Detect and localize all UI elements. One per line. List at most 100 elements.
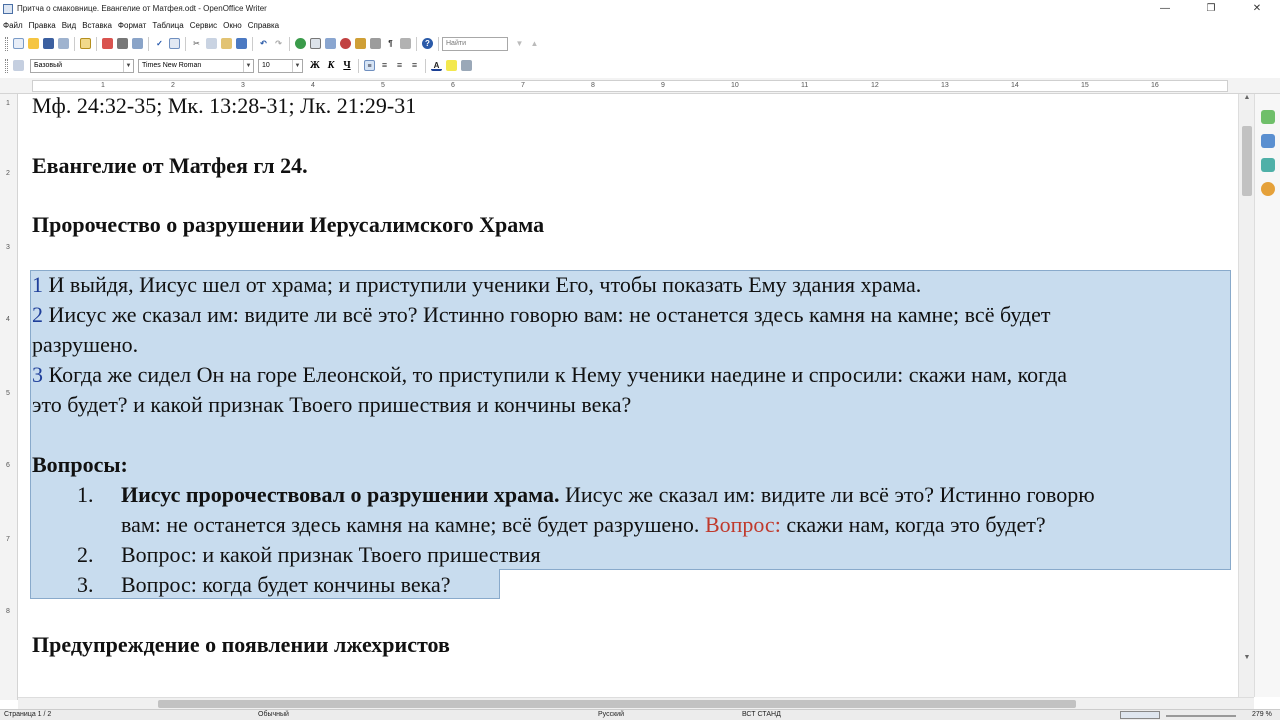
heading-false-christs: Предупреждение о появлении лжехристов [32,632,450,657]
menu-bar: Файл Правка Вид Вставка Формат Таблица С… [0,17,1280,33]
underline-button[interactable]: Ч [340,59,354,73]
chevron-down-icon[interactable]: ▼ [123,59,133,72]
paste-icon[interactable] [221,38,232,49]
questions-heading: Вопросы: [32,452,128,477]
menu-view[interactable]: Вид [62,21,76,30]
list-item: 1. [77,480,94,510]
gallery-icon[interactable] [1261,158,1275,172]
close-button[interactable]: ✕ [1234,0,1280,17]
insert-mode[interactable]: ВСТ СТАНД [742,711,781,718]
highlighting-icon[interactable] [446,60,457,71]
hyperlink-icon[interactable] [295,38,306,49]
vertical-ruler[interactable]: 1 2 3 4 5 6 7 8 [0,94,18,700]
email-icon[interactable] [58,38,69,49]
ruler-mark: 5 [381,82,385,89]
help-icon[interactable]: ? [422,38,433,49]
minimize-button[interactable]: — [1142,0,1188,17]
italic-button[interactable]: К [324,59,338,73]
horizontal-ruler[interactable]: 1 2 3 4 5 6 7 8 9 10 11 12 13 14 15 16 [0,78,1280,94]
font-size-value: 10 [262,61,270,69]
menu-table[interactable]: Таблица [152,21,183,30]
maximize-button[interactable]: ❐ [1188,0,1234,17]
view-layout-icon[interactable] [1120,711,1160,719]
menu-insert[interactable]: Вставка [82,21,112,30]
scroll-up-icon[interactable]: ▲ [1239,94,1255,101]
scrollbar-thumb[interactable] [1242,126,1252,196]
open-folder-icon[interactable] [28,38,39,49]
ruler-mark: 10 [731,82,739,89]
ruler-mark: 3 [6,244,10,251]
edit-mode-icon[interactable] [80,38,91,49]
menu-file[interactable]: Файл [3,21,23,30]
autospell-icon[interactable] [169,38,180,49]
window-title: Притча о смаковнице. Евангелие от Матфея… [17,4,267,13]
menu-tools[interactable]: Сервис [190,21,217,30]
page-style: Обычный [258,711,289,718]
navigator-icon[interactable] [1261,182,1275,196]
menu-window[interactable]: Окно [223,21,242,30]
show-draw-icon[interactable] [325,38,336,49]
ruler-mark: 7 [6,536,10,543]
export-pdf-icon[interactable] [102,38,113,49]
new-document-icon[interactable] [13,38,24,49]
question-text: скажи нам, когда это будет? [780,512,1046,537]
scroll-down-icon[interactable]: ▼ [1239,654,1255,661]
sidebar-panel [1254,94,1280,697]
zoom-slider[interactable] [1166,715,1236,717]
font-size-select[interactable]: 10 ▼ [258,58,303,73]
toolbar-grip[interactable] [5,36,8,51]
table-icon[interactable] [310,38,321,49]
align-right-icon[interactable]: ≡ [394,60,405,71]
list-item-text: Вопрос: когда будет кончины века? [121,572,451,597]
chevron-down-icon[interactable]: ▼ [292,59,302,72]
gallery-icon[interactable] [355,38,366,49]
undo-icon[interactable]: ↶ [258,38,269,49]
verse-number: 2 [32,302,43,327]
menu-help[interactable]: Справка [248,21,279,30]
find-next-icon[interactable]: ▼ [514,38,525,49]
vertical-scrollbar[interactable]: ▲ ▼ [1238,94,1254,697]
styles-formatting-icon[interactable] [13,60,24,71]
verse-text: Иисус же сказал им: видите ли всё это? И… [43,302,1051,327]
redo-icon[interactable]: ↷ [273,38,284,49]
font-color-icon[interactable]: A [431,60,442,71]
align-left-icon[interactable]: ≡ [364,60,375,71]
toolbar-grip[interactable] [5,58,8,73]
heading-prophecy: Пророчество о разрушении Иерусалимского … [32,212,545,237]
spellcheck-icon[interactable]: ✓ [154,38,165,49]
paragraph-style-select[interactable]: Базовый ▼ [30,58,134,73]
title-bar: Притча о смаковнице. Евангелие от Матфея… [0,0,1280,17]
ruler-mark: 14 [1011,82,1019,89]
scrollbar-thumb[interactable] [158,700,1076,708]
ruler-mark: 16 [1151,82,1159,89]
properties-icon[interactable] [1261,110,1275,124]
cut-icon[interactable]: ✂ [191,38,202,49]
ruler-mark: 4 [6,316,10,323]
find-input[interactable]: Найти [442,36,508,51]
navigator-icon[interactable] [340,38,351,49]
status-bar: Страница 1 / 2 Обычный Русский ВСТ СТАНД… [0,709,1280,720]
data-sources-icon[interactable] [370,38,381,49]
background-color-icon[interactable] [461,60,472,71]
align-center-icon[interactable]: ≡ [379,60,390,71]
formatting-marks-icon[interactable]: ¶ [385,38,396,49]
menu-edit[interactable]: Правка [29,21,56,30]
ruler-mark: 6 [6,462,10,469]
menu-format[interactable]: Формат [118,21,146,30]
justify-icon[interactable]: ≡ [409,60,420,71]
styles-icon[interactable] [1261,134,1275,148]
font-name-select[interactable]: Times New Roman ▼ [138,58,254,73]
find-previous-icon[interactable]: ▲ [529,38,540,49]
clone-formatting-icon[interactable] [236,38,247,49]
ruler-mark: 12 [871,82,879,89]
horizontal-scrollbar[interactable] [18,697,1254,709]
document-area[interactable]: Мф. 24:32-35; Мк. 13:28-31; Лк. 21:29-31… [18,94,1238,697]
save-icon[interactable] [43,38,54,49]
zoom-icon[interactable] [400,38,411,49]
print-icon[interactable] [117,38,128,49]
copy-icon[interactable] [206,38,217,49]
zoom-level[interactable]: 279 % [1252,711,1272,718]
bold-button[interactable]: Ж [308,59,322,73]
print-preview-icon[interactable] [132,38,143,49]
chevron-down-icon[interactable]: ▼ [243,59,253,72]
